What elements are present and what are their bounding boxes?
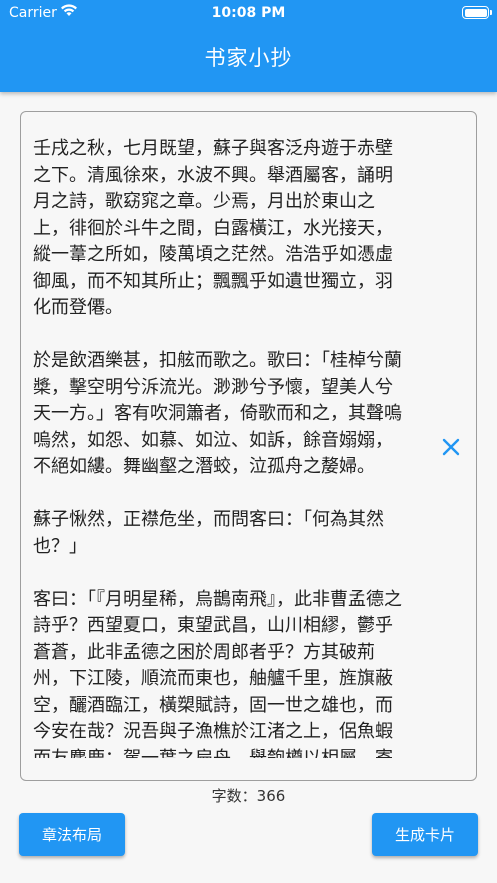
- generate-card-button[interactable]: 生成卡片: [372, 813, 478, 856]
- app-bar: Carrier 10:08 PM 书家小抄: [0, 0, 497, 92]
- page-title: 书家小抄: [204, 46, 293, 70]
- layout-button[interactable]: 章法布局: [19, 813, 125, 856]
- editor-text[interactable]: 壬戌之秋，七月既望，蘇子與客泛舟遊于赤壁之下。清風徐來，水波不興。舉酒屬客，誦明…: [33, 136, 405, 758]
- battery-icon: [462, 6, 492, 19]
- char-count: 字数：366: [211, 787, 286, 805]
- status-bar: Carrier 10:08 PM: [0, 0, 497, 26]
- text-editor[interactable]: 壬戌之秋，七月既望，蘇子與客泛舟遊于赤壁之下。清風徐來，水波不興。舉酒屬客，誦明…: [20, 111, 477, 781]
- close-icon[interactable]: [439, 435, 463, 459]
- clock-label: 10:08 PM: [211, 5, 286, 21]
